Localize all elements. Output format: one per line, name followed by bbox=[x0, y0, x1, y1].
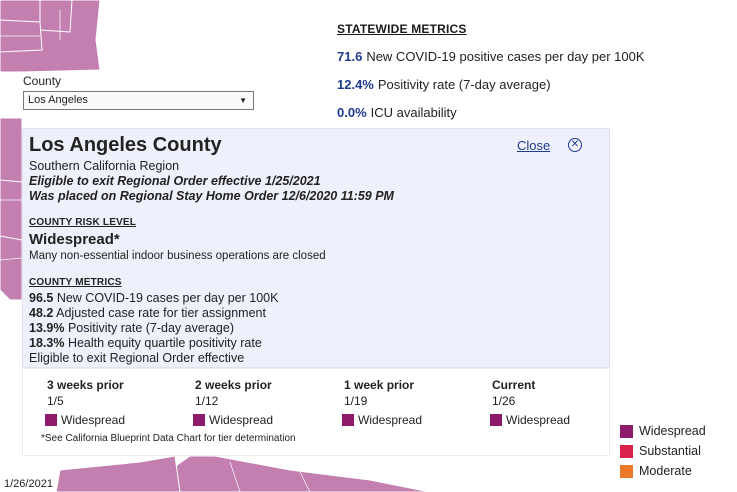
history-col-2-weeks: 2 weeks prior 1/12 Widespread bbox=[193, 378, 274, 427]
history-tier: Widespread bbox=[45, 413, 125, 427]
county-select-value: Los Angeles bbox=[28, 94, 88, 106]
county-metrics-list: 96.5 New COVID-19 cases per day per 100K… bbox=[29, 291, 278, 366]
risk-level-value: Widespread* bbox=[29, 231, 120, 248]
county-shape-south bbox=[169, 455, 431, 492]
statewide-metric-cases: 71.6 New COVID-19 positive cases per day … bbox=[337, 49, 645, 64]
statewide-metric-positivity: 12.4% Positivity rate (7-day average) bbox=[337, 77, 551, 92]
moderate-swatch bbox=[620, 465, 633, 478]
widespread-swatch bbox=[620, 425, 633, 438]
risk-level-description: Many non-essential indoor business opera… bbox=[29, 250, 326, 262]
history-col-3-weeks: 3 weeks prior 1/5 Widespread bbox=[45, 378, 126, 427]
county-selector: County Los Angeles ▼ bbox=[22, 72, 255, 116]
history-col-1-week: 1 week prior 1/19 Widespread bbox=[342, 378, 423, 427]
county-metrics-heading: COUNTY METRICS bbox=[29, 277, 122, 288]
county-order-placed: Was placed on Regional Stay Home Order 1… bbox=[29, 189, 394, 203]
county-metric-adjusted: 48.2 Adjusted case rate for tier assignm… bbox=[29, 306, 266, 320]
risk-level-heading: COUNTY RISK LEVEL bbox=[29, 217, 137, 228]
substantial-swatch bbox=[620, 445, 633, 458]
map-date-stamp: 1/26/2021 bbox=[4, 478, 53, 490]
history-tier: Widespread bbox=[490, 413, 570, 427]
widespread-swatch bbox=[490, 414, 502, 426]
county-region: Southern California Region bbox=[29, 159, 180, 173]
close-circle-icon[interactable]: ✕ bbox=[568, 138, 582, 152]
widespread-swatch bbox=[45, 414, 57, 426]
widespread-swatch bbox=[342, 414, 354, 426]
statewide-title: STATEWIDE METRICS bbox=[337, 22, 467, 36]
history-tier: Widespread bbox=[342, 413, 422, 427]
county-eligibility: Eligible to exit Regional Order effectiv… bbox=[29, 174, 321, 188]
county-detail-card: Los Angeles County Close ✕ Southern Cali… bbox=[22, 128, 610, 368]
history-tier: Widespread bbox=[193, 413, 273, 427]
county-metric-cases: 96.5 New COVID-19 cases per day per 100K bbox=[29, 291, 279, 305]
county-metric-equity: 18.3% Health equity quartile positivity … bbox=[29, 336, 262, 350]
statewide-metrics: STATEWIDE METRICS 71.6 New COVID-19 posit… bbox=[337, 22, 727, 120]
close-link[interactable]: Close bbox=[517, 138, 550, 153]
history-col-current: Current 1/26 Widespread bbox=[490, 378, 571, 427]
county-name: Los Angeles County bbox=[29, 134, 222, 156]
county-select-dropdown[interactable]: Los Angeles ▼ bbox=[23, 91, 254, 110]
statewide-metric-icu: 0.0% ICU availability bbox=[337, 105, 457, 120]
county-metric-positivity: 13.9% Positivity rate (7-day average) bbox=[29, 321, 234, 335]
widespread-swatch bbox=[193, 414, 205, 426]
caret-down-icon: ▼ bbox=[239, 96, 247, 105]
tier-history: 3 weeks prior 1/5 Widespread 2 weeks pri… bbox=[22, 368, 610, 456]
county-metrics-note: Eligible to exit Regional Order effectiv… bbox=[29, 351, 245, 365]
county-select-label: County bbox=[23, 74, 62, 88]
history-footnote: *See California Blueprint Data Chart for… bbox=[41, 433, 296, 444]
